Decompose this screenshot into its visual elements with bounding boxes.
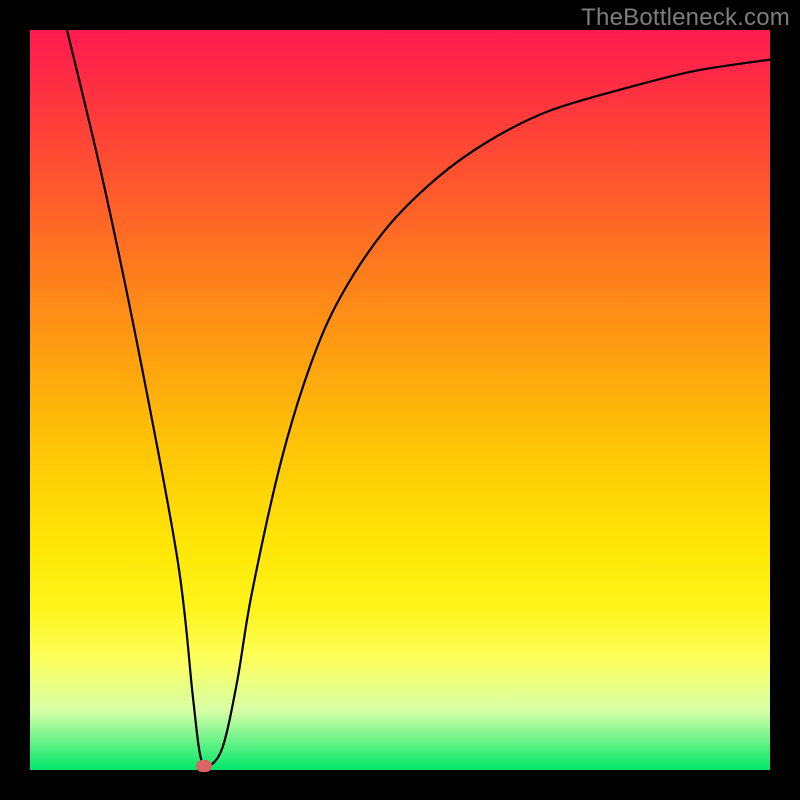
watermark-text: TheBottleneck.com — [581, 4, 790, 32]
optimal-point-marker — [196, 760, 212, 772]
plot-area — [30, 30, 770, 770]
chart-frame: TheBottleneck.com — [0, 0, 800, 800]
bottleneck-curve — [30, 30, 770, 770]
